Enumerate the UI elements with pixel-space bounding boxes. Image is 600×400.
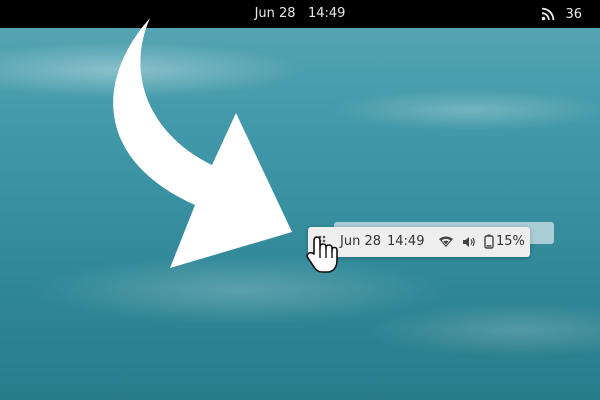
hand-cursor-icon	[306, 236, 338, 273]
pointer-arrow-graphic	[113, 18, 292, 268]
